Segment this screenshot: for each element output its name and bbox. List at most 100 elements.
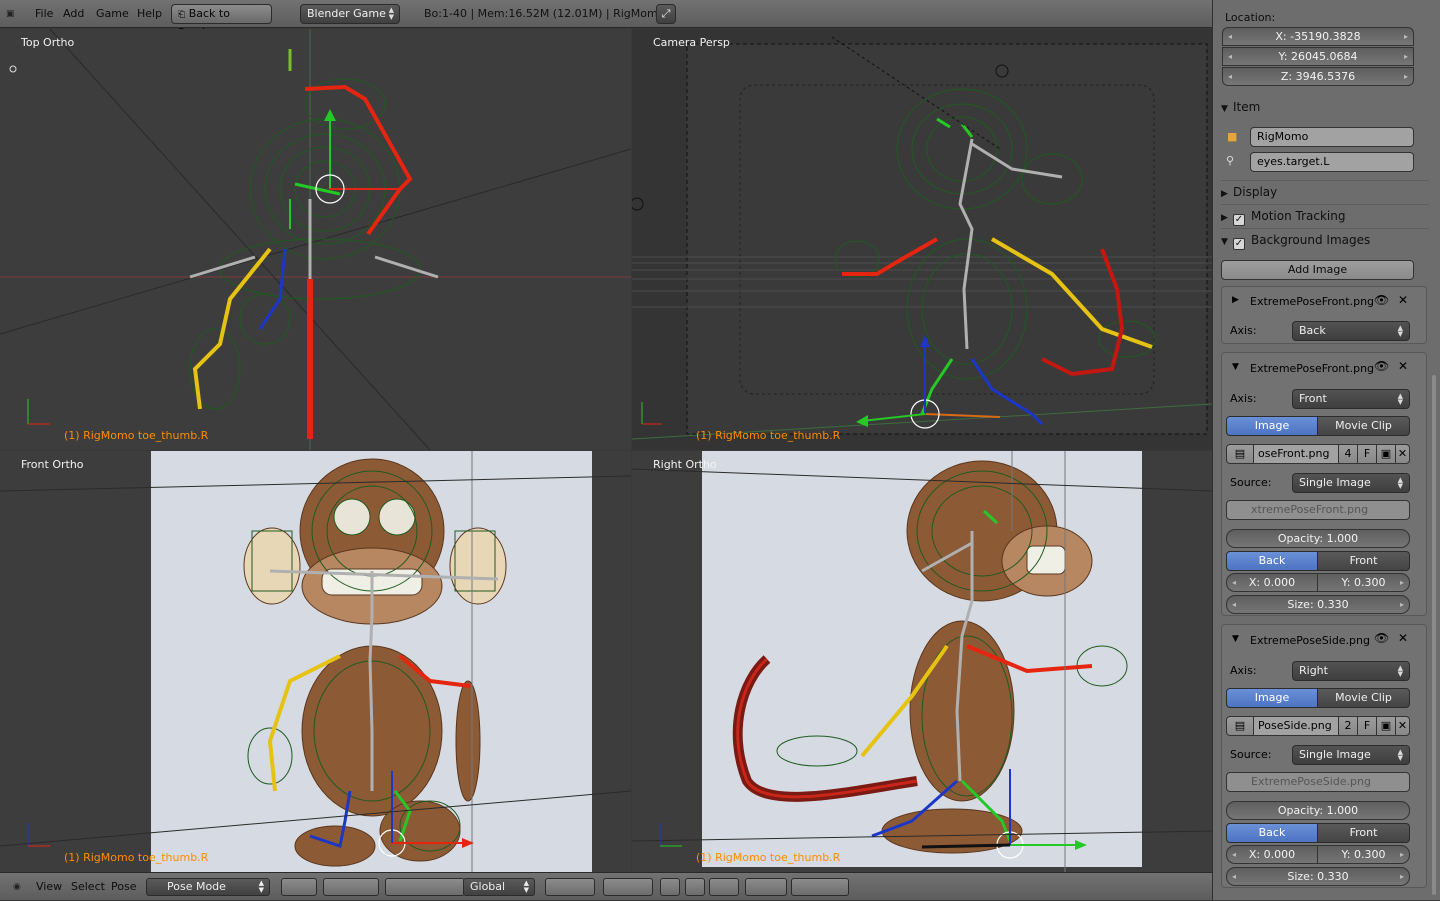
engine-select[interactable]: Blender Game ▲ ▼: [300, 4, 400, 24]
close-icon[interactable]: ✕: [1398, 631, 1408, 645]
location-x-field[interactable]: ◂ X: -35190.3828 ▸: [1222, 27, 1414, 46]
bone-icon: ⚲: [1226, 154, 1235, 167]
fake-user-toggle[interactable]: F: [1357, 444, 1377, 464]
image-path-field[interactable]: xtremePoseFront.png: [1226, 500, 1410, 520]
snap-icon[interactable]: [709, 878, 739, 896]
shading-select-icon[interactable]: [281, 878, 317, 896]
engine-label: Blender Game: [307, 7, 386, 20]
movie-clip-tab[interactable]: Movie Clip: [1317, 688, 1410, 708]
object-name-field[interactable]: RigMomo: [1250, 127, 1414, 147]
eye-icon[interactable]: 👁: [1374, 359, 1389, 373]
image-path-value: xtremePoseFront.png: [1251, 503, 1369, 516]
back-icon: ⎗: [178, 10, 186, 20]
menu-file[interactable]: File: [35, 0, 53, 28]
bg-image-name: ExtremePoseFront.png: [1250, 362, 1375, 375]
collapse-right-icon[interactable]: ▶: [1232, 295, 1239, 305]
viewport-right-ortho[interactable]: Right Ortho (1) RigMomo toe_thumb.R: [632, 451, 1212, 872]
editor-type-icon[interactable]: ▣: [6, 0, 15, 28]
display-panel-header[interactable]: ▶ Display: [1221, 180, 1429, 202]
background-images-panel-header[interactable]: ▼ ✓ Background Images: [1221, 228, 1429, 250]
editor-type-icon[interactable]: ◉: [13, 873, 21, 901]
axis-select[interactable]: Back ▲ ▼: [1292, 321, 1410, 341]
bone-name-field[interactable]: eyes.target.L: [1250, 152, 1414, 172]
source-select[interactable]: Single Image ▲ ▼: [1292, 745, 1410, 765]
eye-icon[interactable]: 👁: [1374, 631, 1389, 645]
back-to-previous-button[interactable]: ⎗ Back to Previous: [171, 4, 272, 39]
offset-x-field[interactable]: ◂ X: 0.000: [1226, 573, 1318, 592]
pose-copy-icon[interactable]: [791, 878, 849, 896]
close-icon[interactable]: ✕: [1398, 293, 1408, 307]
mode-label: Pose Mode: [167, 880, 226, 893]
opacity-value: Opacity: 1.000: [1277, 532, 1359, 545]
view3d-header: ◉ View Select Pose Pose Mode ▲ ▼ Global ▲…: [0, 872, 1212, 900]
layers-icon[interactable]: [545, 878, 595, 896]
menu-select[interactable]: Select: [71, 873, 105, 901]
item-panel-header[interactable]: ▼ Item: [1221, 96, 1429, 118]
collapse-down-icon[interactable]: ▼: [1232, 634, 1239, 644]
image-file-field[interactable]: oseFront.png: [1253, 444, 1339, 464]
viewport-front-ortho[interactable]: Front Ortho (1) RigMomo toe_thumb.R: [0, 451, 631, 872]
menu-game[interactable]: Game: [96, 0, 129, 28]
viewport-top-ortho[interactable]: Top Ortho (1) RigMomo toe_thumb.R: [0, 29, 631, 450]
image-tab[interactable]: Image: [1226, 688, 1318, 708]
lock-icon[interactable]: [660, 878, 680, 896]
opacity-slider[interactable]: Opacity: 1.000: [1226, 801, 1410, 820]
folder-icon[interactable]: ▣: [1376, 716, 1396, 736]
menu-add[interactable]: Add: [63, 0, 84, 28]
location-y-field[interactable]: ◂ Y: 26045.0684 ▸: [1222, 47, 1414, 66]
updown-icon: ▲ ▼: [523, 879, 529, 894]
image-tab[interactable]: Image: [1226, 416, 1318, 436]
front-toggle[interactable]: Front: [1317, 823, 1410, 843]
size-field[interactable]: ◂ Size: 0.330 ▸: [1226, 867, 1410, 886]
movie-clip-tab[interactable]: Movie Clip: [1317, 416, 1410, 436]
source-select[interactable]: Single Image ▲ ▼: [1292, 473, 1410, 493]
opacity-slider[interactable]: Opacity: 1.000: [1226, 529, 1410, 548]
image-browse-icon[interactable]: ▤: [1226, 444, 1254, 464]
front-ortho-scene: [0, 451, 631, 872]
fake-user-toggle[interactable]: F: [1357, 716, 1377, 736]
menu-help[interactable]: Help: [137, 0, 162, 28]
manipulator-icon[interactable]: [385, 878, 465, 896]
folder-icon[interactable]: ▣: [1376, 444, 1396, 464]
back-toggle[interactable]: Back: [1226, 823, 1318, 843]
front-toggle[interactable]: Front: [1317, 551, 1410, 571]
eye-icon[interactable]: 👁: [1374, 293, 1389, 307]
users-count: 2: [1338, 716, 1358, 736]
orientation-label: Global: [470, 880, 506, 893]
proportional-icon[interactable]: [685, 878, 705, 896]
viewport-camera-persp[interactable]: Camera Persp (1) RigMomo toe_thumb.R: [632, 29, 1212, 450]
motion-tracking-panel-header[interactable]: ▶ ✓ Motion Tracking: [1221, 204, 1429, 226]
offset-y-field[interactable]: Y: 0.300 ▸: [1317, 845, 1410, 864]
menu-pose[interactable]: Pose: [111, 873, 136, 901]
render-icon[interactable]: [745, 878, 787, 896]
close-icon[interactable]: ✕: [1395, 444, 1410, 464]
menu-view[interactable]: View: [36, 873, 62, 901]
fullscreen-toggle-icon[interactable]: ⤢: [656, 4, 676, 24]
collapse-down-icon[interactable]: ▼: [1232, 362, 1239, 372]
location-z-value: Z: 3946.5376: [1280, 70, 1356, 83]
layers-icon[interactable]: [603, 878, 653, 896]
axis-select[interactable]: Right ▲ ▼: [1292, 661, 1410, 681]
axis-label: Axis:: [1230, 324, 1257, 337]
offset-y-field[interactable]: Y: 0.300 ▸: [1317, 573, 1410, 592]
checkbox-checked-icon[interactable]: ✓: [1233, 238, 1245, 250]
mode-select[interactable]: Pose Mode ▲ ▼: [146, 878, 270, 896]
image-path-field[interactable]: ExtremePoseSide.png: [1226, 772, 1410, 792]
orientation-select[interactable]: Global ▲ ▼: [463, 878, 535, 896]
image-file-field[interactable]: PoseSide.png: [1253, 716, 1339, 736]
image-path-value: ExtremePoseSide.png: [1251, 775, 1371, 788]
offset-x-field[interactable]: ◂ X: 0.000: [1226, 845, 1318, 864]
offset-y-value: Y: 0.300: [1341, 848, 1386, 861]
size-field[interactable]: ◂ Size: 0.330 ▸: [1226, 595, 1410, 614]
pivot-snap-icon[interactable]: [323, 878, 379, 896]
close-icon[interactable]: ✕: [1395, 716, 1410, 736]
back-toggle[interactable]: Back: [1226, 551, 1318, 571]
close-icon[interactable]: ✕: [1398, 359, 1408, 373]
source-label: Source:: [1230, 476, 1272, 489]
axis-select[interactable]: Front ▲ ▼: [1292, 389, 1410, 409]
add-image-button[interactable]: Add Image: [1221, 260, 1414, 280]
image-browse-icon[interactable]: ▤: [1226, 716, 1254, 736]
panel-scrollbar[interactable]: [1432, 375, 1436, 895]
location-z-field[interactable]: ◂ Z: 3946.5376 ▸: [1222, 67, 1414, 86]
checkbox-checked-icon[interactable]: ✓: [1233, 214, 1245, 226]
